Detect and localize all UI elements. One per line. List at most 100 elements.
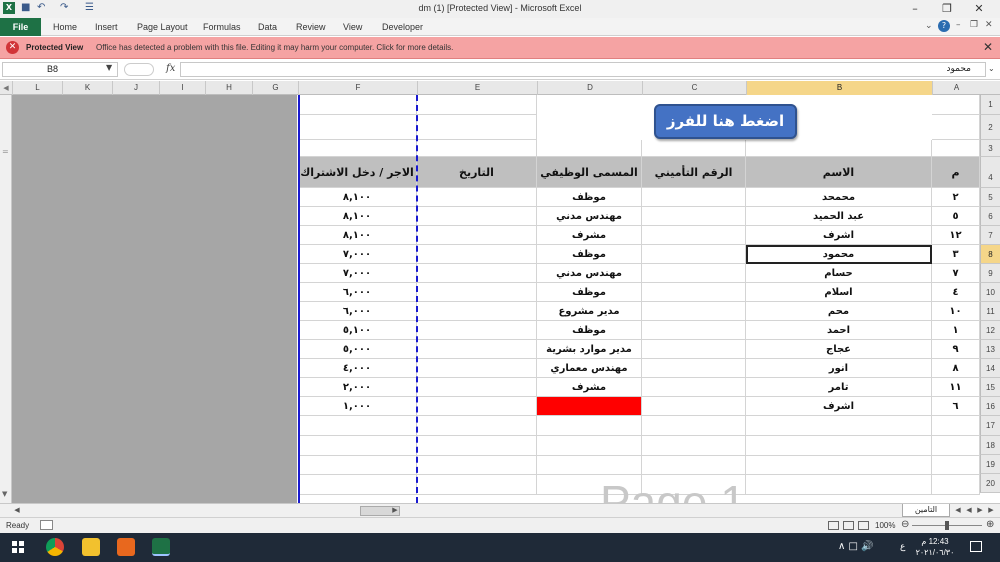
cell-salary[interactable]: ٦,٠٠٠ <box>298 283 417 302</box>
row-header-7[interactable]: 7 <box>980 226 1000 245</box>
excel-taskbar-icon[interactable] <box>152 538 170 556</box>
cell-job[interactable]: مشرف <box>537 378 642 397</box>
column-header-G[interactable]: G <box>252 81 298 95</box>
cell-num[interactable]: ٧ <box>932 264 980 283</box>
cell-date[interactable] <box>417 188 537 207</box>
cell-name[interactable]: اشرف <box>746 226 932 245</box>
zoom-in-icon[interactable]: ⊕ <box>986 519 994 530</box>
cell-job[interactable]: مشرف <box>537 226 642 245</box>
grid-cell[interactable] <box>932 455 980 475</box>
row-header-3[interactable]: 3 <box>980 140 1000 157</box>
row-header-17[interactable]: 17 <box>980 416 1000 436</box>
header-num[interactable]: م <box>932 157 980 188</box>
cell-salary[interactable]: ٧,٠٠٠ <box>298 245 417 264</box>
cell-insurance[interactable] <box>642 188 746 207</box>
tab-file[interactable]: File <box>0 18 41 36</box>
column-header-I[interactable]: I <box>159 81 205 95</box>
tab-developer[interactable]: Developer <box>382 22 423 32</box>
minimize-button[interactable]: – <box>905 2 925 16</box>
row-header-8[interactable]: 8 <box>980 245 1000 264</box>
grid-cell[interactable] <box>642 455 746 475</box>
grid-cell[interactable] <box>417 435 537 456</box>
grid-cell[interactable] <box>642 435 746 456</box>
row-header-13[interactable]: 13 <box>980 340 1000 359</box>
row-header-2[interactable]: 2 <box>980 115 1000 140</box>
grid-cell[interactable] <box>298 455 417 475</box>
cell-salary[interactable]: ٢,٠٠٠ <box>298 378 417 397</box>
header-insurance-number[interactable]: الرقم التأميني <box>642 157 746 188</box>
workbook-restore-icon[interactable]: ❐ <box>970 20 978 30</box>
cell-name[interactable]: اسلام <box>746 283 932 302</box>
cell-insurance[interactable] <box>642 359 746 378</box>
column-header-H[interactable]: H <box>205 81 252 95</box>
cell-salary[interactable]: ٥,١٠٠ <box>298 321 417 340</box>
cell-insurance[interactable] <box>642 245 746 264</box>
grid-cell[interactable] <box>417 474 537 495</box>
input-language[interactable]: ع <box>900 542 905 552</box>
sheet-tab-insurance[interactable]: التامين <box>902 504 950 517</box>
cell-job[interactable]: موظف <box>537 245 642 264</box>
header-date[interactable]: التاريخ <box>417 157 537 188</box>
cell-salary[interactable]: ٥,٠٠٠ <box>298 340 417 359</box>
column-header-J[interactable]: J <box>112 81 159 95</box>
expand-formula-icon[interactable]: ⌄ <box>988 64 995 73</box>
select-all-corner[interactable]: ◀ <box>0 81 12 95</box>
column-header-K[interactable]: K <box>62 81 112 95</box>
grid-cell[interactable] <box>932 95 980 115</box>
grid-cell[interactable] <box>537 455 642 475</box>
cell-num[interactable]: ١٢ <box>932 226 980 245</box>
grid-cell[interactable] <box>932 115 980 140</box>
row-header-16[interactable]: 16 <box>980 397 1000 416</box>
grid-cell[interactable] <box>642 416 746 436</box>
cell-insurance[interactable] <box>642 321 746 340</box>
cell-insurance[interactable] <box>642 397 746 416</box>
restore-button[interactable]: ❐ <box>937 2 957 16</box>
cell-salary[interactable]: ٨,١٠٠ <box>298 207 417 226</box>
column-header-A[interactable]: A <box>932 81 980 95</box>
cell-num[interactable]: ٣ <box>932 245 980 264</box>
cell-date[interactable] <box>417 321 537 340</box>
row-header-9[interactable]: 9 <box>980 264 1000 283</box>
protected-view-bar[interactable]: ✕ Protected View Office has detected a p… <box>0 37 1000 59</box>
header-name[interactable]: الاسم <box>746 157 932 188</box>
header-salary[interactable]: الاجر / دخل الاشتراك <box>298 157 417 188</box>
cell-name[interactable]: احمد <box>746 321 932 340</box>
grid-cell[interactable] <box>746 455 932 475</box>
zoom-out-icon[interactable]: ⊖ <box>901 519 909 530</box>
cell-name[interactable]: حسام <box>746 264 932 283</box>
cell-date[interactable] <box>417 226 537 245</box>
column-header-E[interactable]: E <box>417 81 537 95</box>
grid-cell[interactable] <box>298 416 417 436</box>
grid-cell[interactable] <box>746 416 932 436</box>
split-handle-icon[interactable]: = <box>2 147 9 156</box>
grid-cell[interactable] <box>417 455 537 475</box>
grid-cell[interactable] <box>537 140 642 157</box>
row-header-4[interactable]: 4 <box>980 157 1000 188</box>
cell-num[interactable]: ٥ <box>932 207 980 226</box>
grid-cell[interactable] <box>298 95 417 115</box>
workbook-close-icon[interactable]: ✕ <box>985 20 993 30</box>
cell-salary[interactable]: ٤,٠٠٠ <box>298 359 417 378</box>
scroll-left-icon[interactable]: ◀ <box>12 505 22 516</box>
protected-view-message[interactable]: Office has detected a problem with this … <box>96 43 453 52</box>
cell-salary[interactable]: ١,٠٠٠ <box>298 397 417 416</box>
tab-review[interactable]: Review <box>296 22 326 32</box>
grid-cell[interactable] <box>932 416 980 436</box>
cell-insurance[interactable] <box>642 302 746 321</box>
cell-date[interactable] <box>417 283 537 302</box>
insert-function-icon[interactable]: fx <box>166 63 175 74</box>
cell-job[interactable]: مدير مشروع <box>537 302 642 321</box>
scroll-right-icon[interactable]: ▶ <box>390 505 400 516</box>
cell-date[interactable] <box>417 245 537 264</box>
system-tray-icons[interactable]: ∧ □ 🔊 <box>838 541 874 552</box>
cell-date[interactable] <box>417 397 537 416</box>
windows-start-icon[interactable] <box>12 541 24 553</box>
cell-date[interactable] <box>417 302 537 321</box>
column-header-D[interactable]: D <box>537 81 642 95</box>
row-header-1[interactable]: 1 <box>980 95 1000 115</box>
row-header-12[interactable]: 12 <box>980 321 1000 340</box>
row-header-6[interactable]: 6 <box>980 207 1000 226</box>
cell-num[interactable]: ٤ <box>932 283 980 302</box>
row-header-5[interactable]: 5 <box>980 188 1000 207</box>
normal-view-icon[interactable] <box>828 521 839 530</box>
